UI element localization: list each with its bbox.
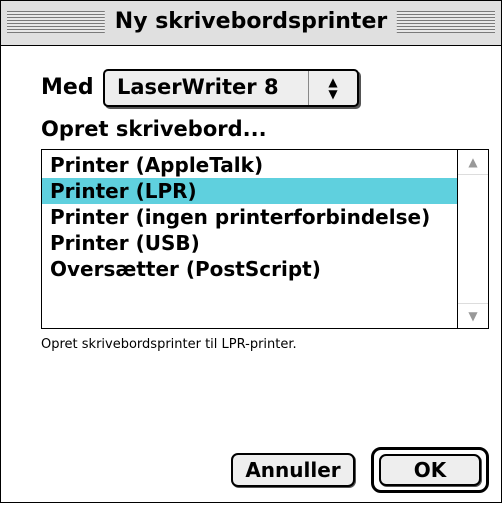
scroll-down-arrow-icon[interactable]: ▼ <box>458 303 488 328</box>
list-item[interactable]: Printer (AppleTalk) <box>42 152 458 178</box>
driver-popup-value: LaserWriter 8 <box>117 75 279 99</box>
dialog-window: Ny skrivebordsprinter Med LaserWriter 8 … <box>0 0 502 503</box>
printer-type-list: Printer (AppleTalk) Printer (LPR) Printe… <box>41 149 489 329</box>
list-items: Printer (AppleTalk) Printer (LPR) Printe… <box>42 150 458 328</box>
driver-popup[interactable]: LaserWriter 8 ▲ ▼ <box>103 69 359 107</box>
list-item[interactable]: Printer (USB) <box>42 230 458 256</box>
title-bar[interactable]: Ny skrivebordsprinter <box>1 1 501 46</box>
ok-button[interactable]: OK <box>379 454 481 486</box>
list-item[interactable]: Printer (ingen printerforbindelse) <box>42 204 458 230</box>
list-item[interactable]: Oversætter (PostScript) <box>42 256 458 282</box>
updown-arrows-icon: ▲ ▼ <box>308 71 357 105</box>
description-text: Opret skrivebordsprinter til LPR-printer… <box>41 337 297 352</box>
med-label: Med <box>41 75 94 100</box>
create-label: Opret skrivebord... <box>41 117 267 141</box>
cancel-button[interactable]: Annuller <box>231 453 355 487</box>
window-title: Ny skrivebordsprinter <box>104 6 398 38</box>
scroll-up-arrow-icon[interactable]: ▲ <box>458 150 488 175</box>
list-item-selected[interactable]: Printer (LPR) <box>42 178 458 204</box>
default-button-ring: OK <box>371 447 489 493</box>
list-scrollbar[interactable]: ▲ ▼ <box>457 150 488 328</box>
